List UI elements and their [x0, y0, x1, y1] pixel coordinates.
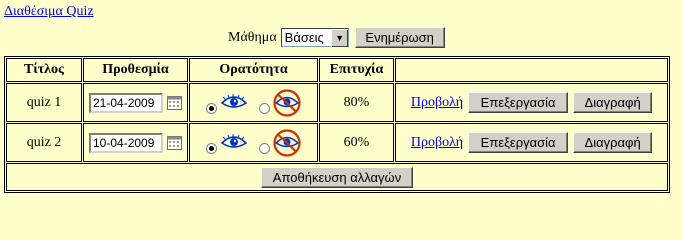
actions-cell: Προβολή Επεξεργασία Διαγραφή	[395, 83, 668, 122]
eye-icon	[220, 133, 247, 148]
eye-icon	[220, 93, 247, 108]
quiz-title: quiz 2	[6, 123, 82, 162]
visible-radio[interactable]	[205, 143, 217, 154]
view-link[interactable]: Προβολή	[411, 95, 463, 111]
edit-button[interactable]: Επεξεργασία	[468, 132, 569, 153]
course-select-value: Βάσεις	[284, 30, 324, 45]
eye-hidden-icon	[272, 88, 301, 117]
deadline-cell	[83, 123, 188, 162]
deadline-input[interactable]	[89, 132, 163, 153]
header-success: Επιτυχία	[319, 58, 394, 82]
actions-cell: Προβολή Επεξεργασία Διαγραφή	[395, 123, 668, 162]
deadline-input[interactable]	[89, 92, 163, 113]
chevron-down-icon[interactable]: ▼	[330, 28, 348, 47]
header-actions	[395, 58, 668, 82]
table-row: quiz 2 10-04-2009 60% Προβολή Επεξεργασί…	[6, 123, 668, 162]
deadline-cell	[83, 83, 188, 122]
calendar-icon[interactable]	[167, 135, 182, 150]
header-visibility: Ορατότητα	[189, 58, 318, 82]
save-cell: Αποθήκευση αλλαγών	[6, 163, 668, 191]
success-rate: 80%	[319, 83, 394, 122]
quiz-table: Τίτλος Προθεσμία Ορατότητα Επιτυχία quiz…	[4, 56, 670, 193]
hidden-radio[interactable]	[258, 103, 270, 114]
delete-button[interactable]: Διαγραφή	[573, 132, 653, 153]
refresh-button[interactable]: Ενημέρωση	[354, 27, 445, 48]
delete-button[interactable]: Διαγραφή	[573, 92, 653, 113]
table-header-row: Τίτλος Προθεσμία Ορατότητα Επιτυχία	[6, 58, 668, 82]
calendar-icon[interactable]	[167, 95, 182, 110]
course-select[interactable]: Βάσεις ▼	[280, 28, 349, 47]
save-changes-button[interactable]: Αποθήκευση αλλαγών	[261, 166, 413, 188]
hidden-radio[interactable]	[258, 143, 270, 154]
view-link[interactable]: Προβολή	[411, 135, 463, 151]
table-row: quiz 1 21-04-2009 80% Προβολή Επεξεργασί…	[6, 83, 668, 122]
visibility-cell	[189, 83, 318, 122]
course-label: Μάθημα	[228, 29, 277, 45]
edit-button[interactable]: Επεξεργασία	[468, 92, 569, 113]
visibility-cell	[189, 123, 318, 162]
course-filter: Μάθημα Βάσεις ▼ Ενημέρωση	[228, 27, 445, 48]
header-title: Τίτλος	[6, 58, 82, 82]
visible-radio[interactable]	[205, 103, 217, 114]
table-footer-row: Αποθήκευση αλλαγών	[6, 163, 668, 191]
available-quizzes-link[interactable]: Διαθέσιμα Quiz	[4, 4, 94, 20]
quiz-title: quiz 1	[6, 83, 82, 122]
header-deadline: Προθεσμία	[83, 58, 188, 82]
eye-hidden-icon	[272, 128, 301, 157]
success-rate: 60%	[319, 123, 394, 162]
